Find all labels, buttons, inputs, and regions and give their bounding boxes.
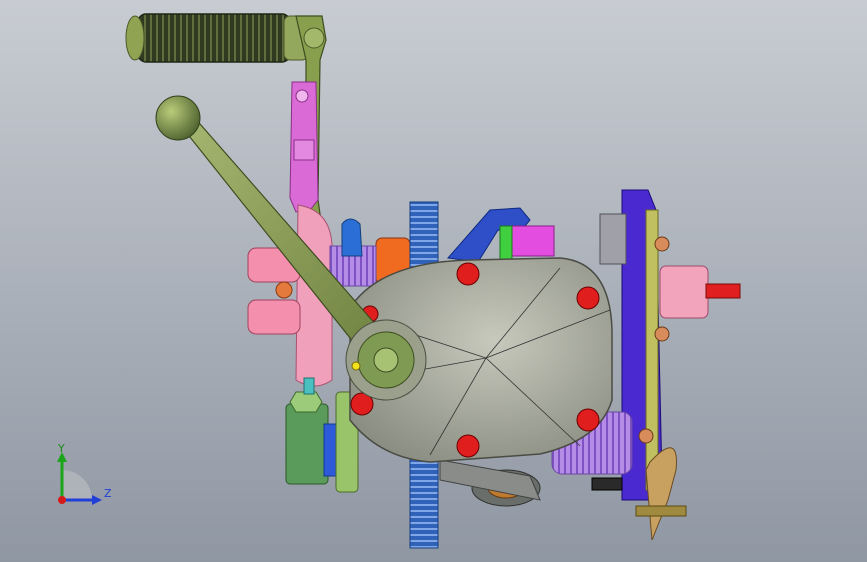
lever-pivot-hub[interactable] bbox=[345, 319, 427, 401]
pink-bracket[interactable] bbox=[289, 81, 319, 213]
bolt-icon bbox=[456, 262, 480, 286]
cad-viewport[interactable]: Y Z bbox=[0, 0, 867, 562]
assembly-model-view[interactable] bbox=[0, 0, 867, 562]
bolt-icon bbox=[456, 434, 480, 458]
bolt-icon bbox=[576, 286, 600, 310]
lever-knob[interactable] bbox=[155, 95, 201, 141]
bolt-icon bbox=[576, 408, 600, 432]
handle-grip[interactable] bbox=[125, 13, 309, 63]
